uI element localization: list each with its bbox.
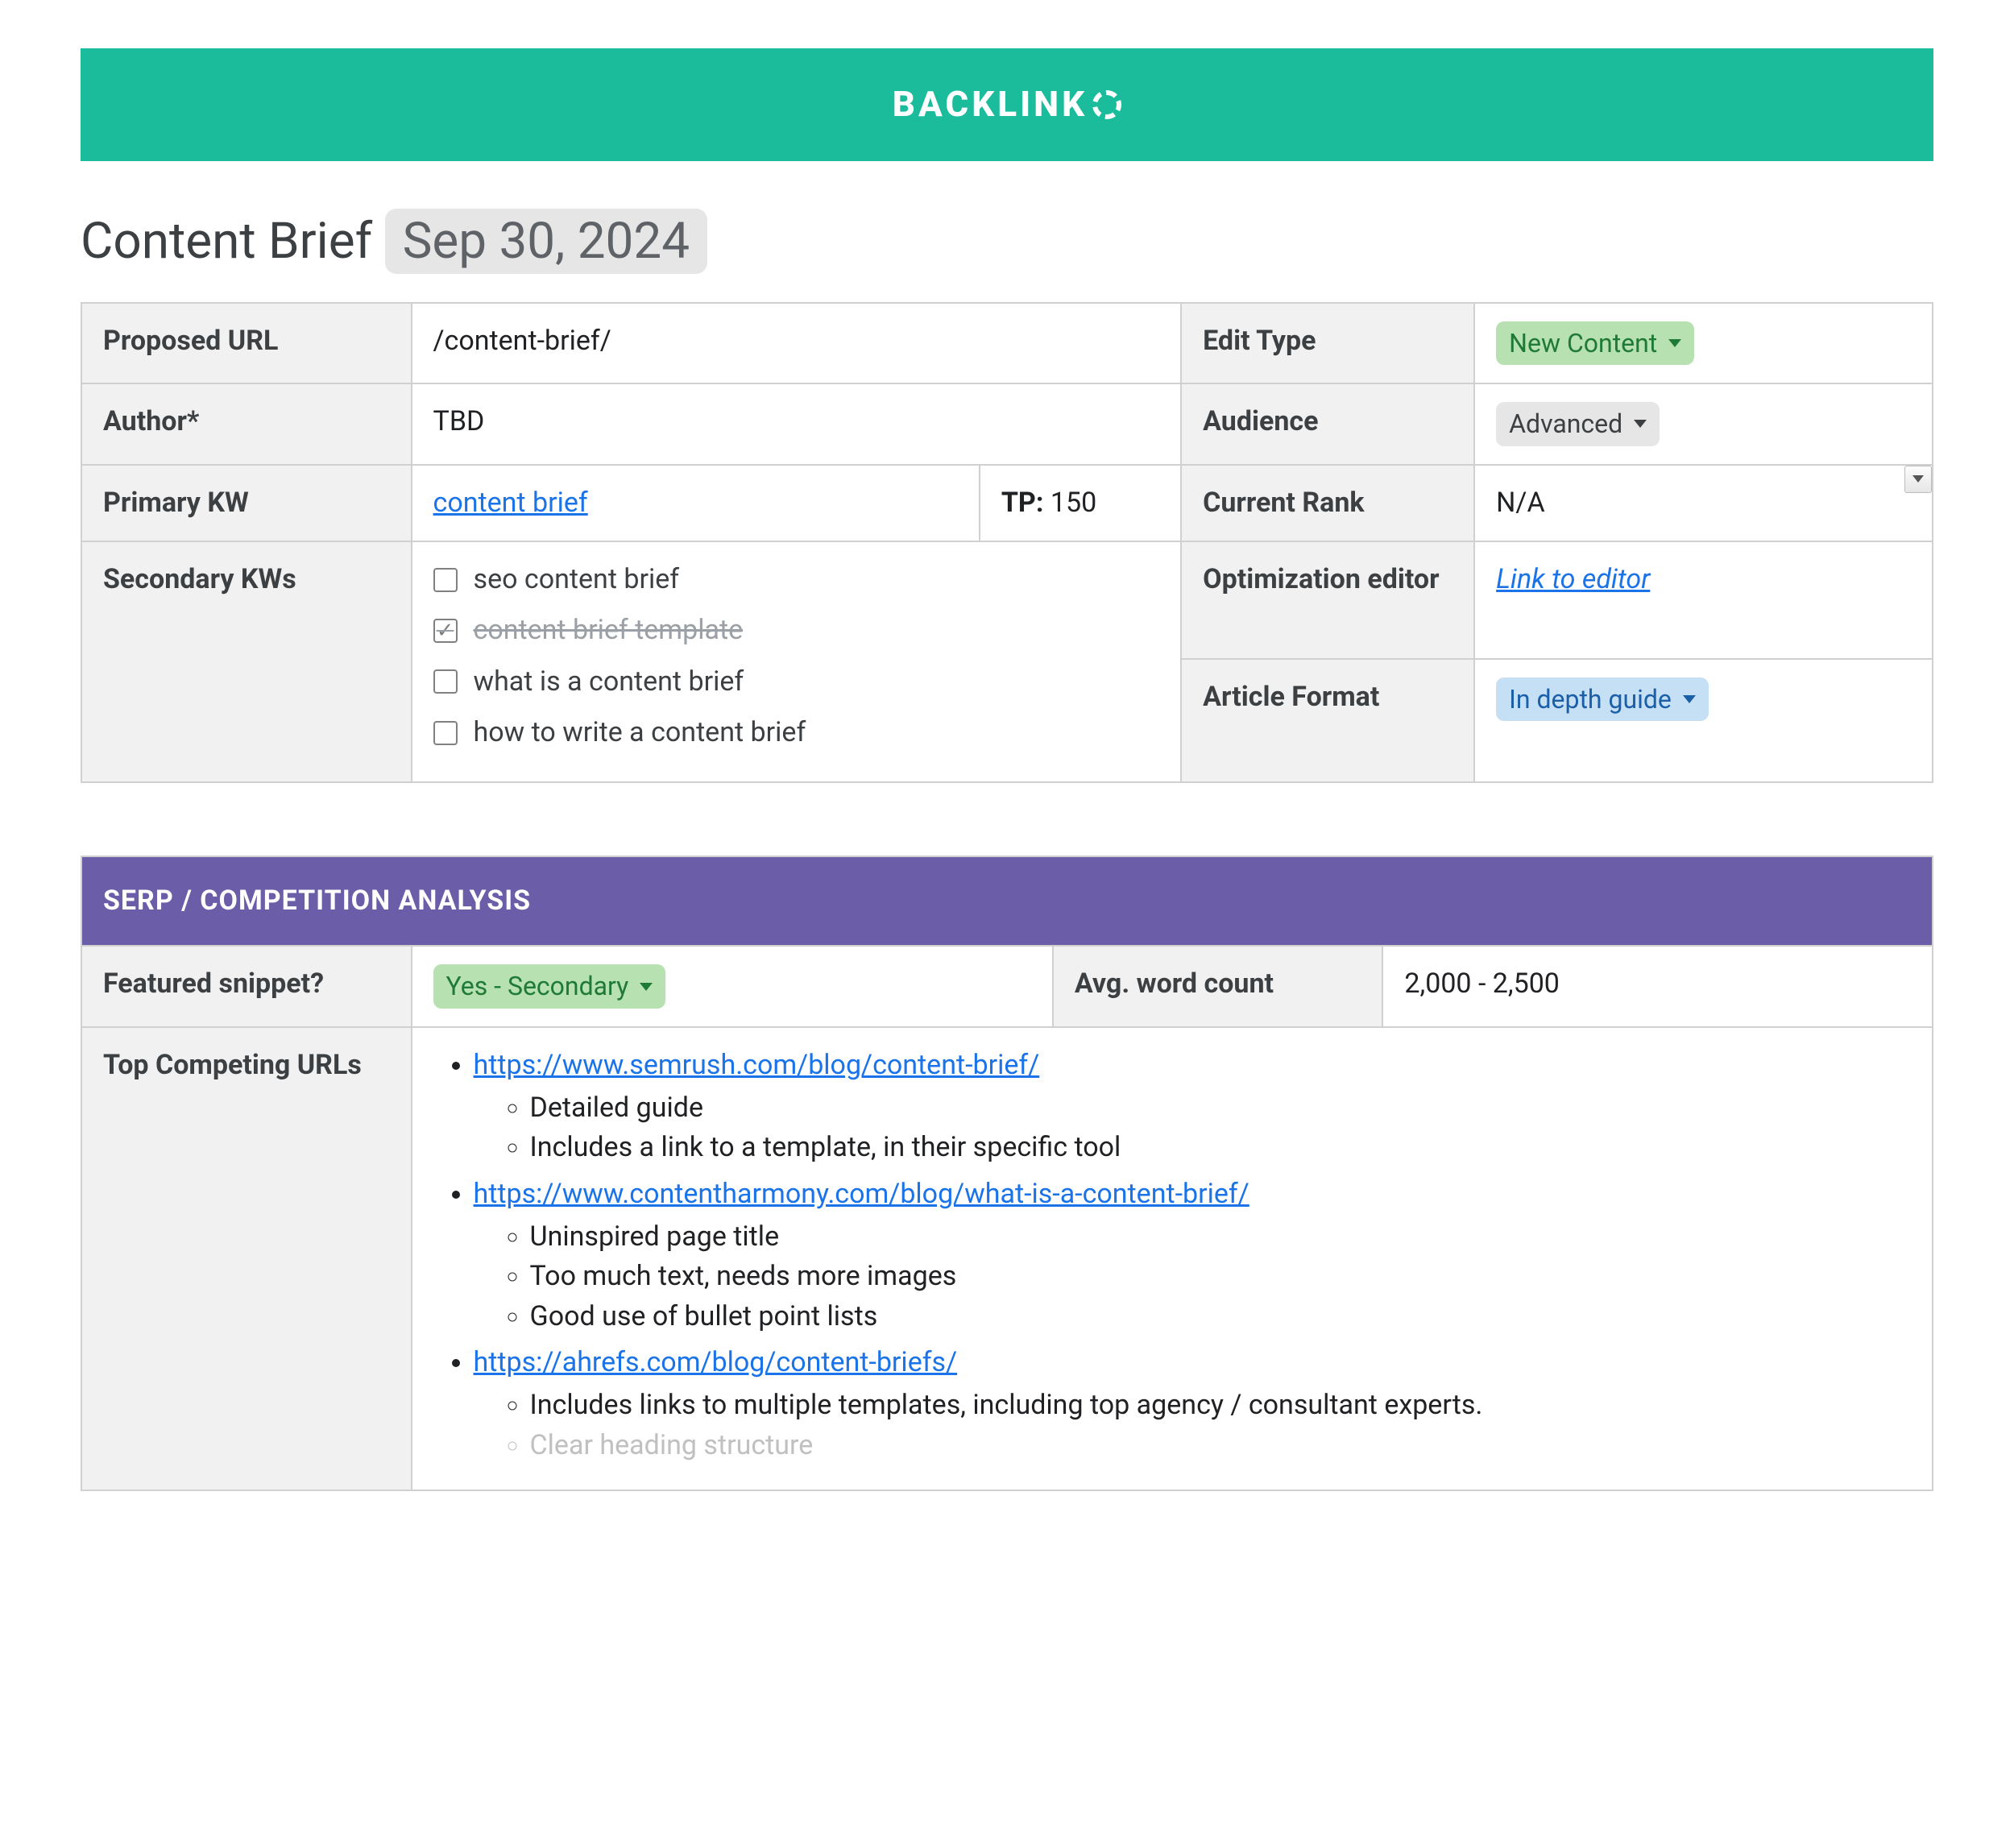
featured-snippet-value: Yes - Secondary: [446, 968, 629, 1005]
competitor-url-link[interactable]: https://www.contentharmony.com/blog/what…: [474, 1178, 1249, 1210]
chevron-down-icon: [1634, 420, 1647, 428]
cell-dropdown-button[interactable]: [1904, 466, 1932, 493]
page-title: Content Brief Sep 30, 2024: [81, 205, 1933, 278]
label-avg-word-count: Avg. word count: [1053, 946, 1383, 1026]
cell-edit-type: New Content: [1474, 303, 1933, 383]
label-optimization-editor: Optimization editor: [1181, 541, 1474, 659]
cell-article-format: In depth guide: [1474, 659, 1933, 783]
cell-secondary-kws: seo content brief content brief template w…: [412, 541, 1182, 782]
competitor-url-link[interactable]: https://ahrefs.com/blog/content-briefs/: [474, 1346, 958, 1378]
competitor-note: Too much text, needs more images: [530, 1257, 1911, 1296]
competitor-note: Includes links to multiple templates, in…: [530, 1386, 1911, 1425]
cell-primary-kw: content brief: [412, 465, 980, 541]
competitor-url-link[interactable]: https://www.semrush.com/blog/content-bri…: [474, 1049, 1040, 1081]
tp-label: TP:: [1001, 487, 1044, 519]
cell-tp: TP: 150: [980, 465, 1181, 541]
secondary-kw-text: what is a content brief: [474, 662, 744, 702]
label-secondary-kws: Secondary KWs: [81, 541, 412, 782]
brand-banner: BACKLINK: [81, 48, 1933, 161]
page-title-text: Content Brief: [81, 212, 372, 271]
secondary-kw-item[interactable]: seo content brief: [433, 560, 1160, 599]
label-primary-kw: Primary KW: [81, 465, 412, 541]
brand-logo: BACKLINK: [893, 79, 1121, 131]
label-top-competing-urls: Top Competing URLs: [81, 1027, 412, 1490]
competitor-notes: Detailed guideIncludes a link to a templ…: [474, 1088, 1911, 1168]
edit-type-value: New Content: [1509, 325, 1657, 362]
label-proposed-url: Proposed URL: [81, 303, 412, 383]
article-format-value: In depth guide: [1509, 681, 1672, 718]
chevron-down-icon: [1683, 695, 1696, 703]
current-rank-value: N/A: [1496, 487, 1544, 519]
label-author: Author*: [81, 383, 412, 464]
label-edit-type: Edit Type: [1181, 303, 1474, 383]
value-author: TBD: [412, 383, 1182, 464]
article-format-chip[interactable]: In depth guide: [1496, 677, 1709, 721]
competitor-list: https://www.semrush.com/blog/content-bri…: [433, 1046, 1911, 1465]
secondary-kw-item[interactable]: how to write a content brief: [433, 713, 1160, 752]
competitor-note: Good use of bullet point lists: [530, 1297, 1911, 1336]
edit-type-chip[interactable]: New Content: [1496, 321, 1694, 365]
label-featured-snippet: Featured snippet?: [81, 946, 412, 1026]
competitor-item: https://www.contentharmony.com/blog/what…: [474, 1175, 1911, 1336]
label-audience: Audience: [1181, 383, 1474, 464]
chevron-down-icon: [640, 983, 653, 991]
content-brief-table: Proposed URL /content-brief/ Edit Type N…: [81, 302, 1933, 783]
date-chip: Sep 30, 2024: [385, 209, 708, 274]
optimization-editor-link[interactable]: Link to editor: [1496, 563, 1650, 595]
serp-section-header: SERP / COMPETITION ANALYSIS: [81, 856, 1933, 945]
checkbox-icon[interactable]: [433, 721, 458, 745]
cell-top-competing-urls: https://www.semrush.com/blog/content-bri…: [412, 1027, 1933, 1490]
label-article-format: Article Format: [1181, 659, 1474, 783]
cell-current-rank: N/A: [1474, 465, 1933, 541]
secondary-kw-text: content brief template: [474, 611, 744, 650]
competitor-item: https://www.semrush.com/blog/content-bri…: [474, 1046, 1911, 1168]
competitor-notes: Includes links to multiple templates, in…: [474, 1386, 1911, 1465]
cell-audience: Advanced: [1474, 383, 1933, 464]
chevron-down-icon: [1668, 339, 1681, 347]
competitor-notes: Uninspired page titleToo much text, need…: [474, 1217, 1911, 1336]
value-avg-word-count: 2,000 - 2,500: [1382, 946, 1933, 1026]
label-current-rank: Current Rank: [1181, 465, 1474, 541]
chevron-down-icon: [1912, 475, 1924, 483]
value-proposed-url: /content-brief/: [412, 303, 1182, 383]
competitor-note: Includes a link to a template, in their …: [530, 1128, 1911, 1167]
competitor-note: Detailed guide: [530, 1088, 1911, 1128]
secondary-kw-text: how to write a content brief: [474, 713, 806, 752]
secondary-kw-item[interactable]: content brief template: [433, 611, 1160, 650]
competitor-note: Clear heading structure: [530, 1426, 1911, 1465]
brand-logo-o-icon: [1092, 90, 1121, 119]
secondary-kw-text: seo content brief: [474, 560, 680, 599]
primary-kw-link[interactable]: content brief: [433, 487, 588, 519]
secondary-kw-list: seo content brief content brief template w…: [433, 560, 1160, 752]
competitor-note: Uninspired page title: [530, 1217, 1911, 1257]
cell-featured-snippet: Yes - Secondary: [412, 946, 1053, 1026]
competitor-item: https://ahrefs.com/blog/content-briefs/I…: [474, 1343, 1911, 1465]
cell-optimization-editor: Link to editor: [1474, 541, 1933, 659]
checkbox-icon[interactable]: [433, 568, 458, 592]
tp-value: 150: [1051, 487, 1096, 519]
brand-text: BACKLINK: [893, 79, 1088, 131]
serp-table: Featured snippet? Yes - Secondary Avg. w…: [81, 945, 1933, 1490]
featured-snippet-chip[interactable]: Yes - Secondary: [433, 964, 666, 1008]
audience-chip[interactable]: Advanced: [1496, 402, 1660, 445]
secondary-kw-item[interactable]: what is a content brief: [433, 662, 1160, 702]
checkbox-icon[interactable]: [433, 619, 458, 643]
checkbox-icon[interactable]: [433, 669, 458, 694]
audience-value: Advanced: [1509, 405, 1622, 442]
